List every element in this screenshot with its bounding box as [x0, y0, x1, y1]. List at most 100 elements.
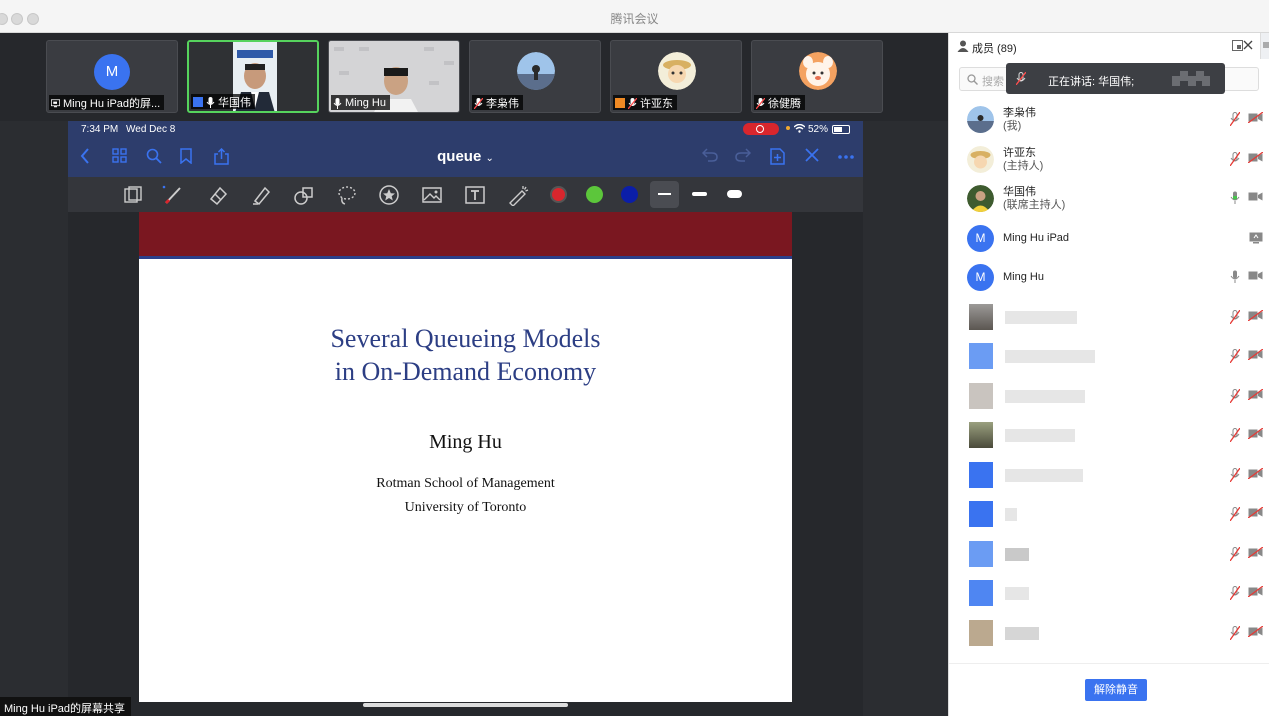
battery-icon: [832, 125, 850, 134]
mic-muted-icon[interactable]: [1230, 626, 1240, 640]
mic-muted-icon[interactable]: [1230, 586, 1240, 600]
add-page-icon[interactable]: [770, 148, 785, 165]
highlighter-icon[interactable]: [250, 184, 272, 206]
member-row[interactable]: 李枭伟 (我): [949, 100, 1269, 139]
mic-muted-icon[interactable]: [1230, 468, 1240, 482]
camera-off-icon[interactable]: [1248, 112, 1263, 123]
color-green-swatch[interactable]: [586, 186, 603, 203]
camera-off-icon[interactable]: [1248, 547, 1263, 558]
member-row-blurred[interactable]: [949, 298, 1269, 337]
mic-muted-icon[interactable]: [1230, 389, 1240, 403]
mic-muted-icon[interactable]: [1230, 152, 1240, 166]
camera-off-icon[interactable]: [1248, 428, 1263, 439]
pen-icon[interactable]: [162, 184, 184, 206]
presentation-slide: Several Queueing Models in On-Demand Eco…: [139, 212, 792, 702]
video-tile-ming-hu-ipad[interactable]: M Ming Hu iPad的屏...: [46, 40, 178, 113]
shapes-icon[interactable]: [293, 184, 315, 206]
camera-off-icon[interactable]: [1248, 389, 1263, 400]
stroke-thin-button[interactable]: [650, 181, 679, 208]
eraser-icon[interactable]: [207, 184, 229, 206]
member-row[interactable]: M Ming Hu iPad: [949, 219, 1269, 258]
text-box-icon[interactable]: [464, 184, 486, 206]
member-label: 华国伟 (联席主持人): [1003, 186, 1065, 212]
main-stage: M Ming Hu iPad的屏... 华国伟 Ming Hu 李枭伟 许亚东 …: [0, 33, 948, 716]
elements-icon[interactable]: [378, 184, 400, 206]
video-tile-xu-jianteng[interactable]: 徐健腾: [751, 40, 883, 113]
tile-name-bar: 华国伟: [191, 94, 255, 109]
mic-muted-icon[interactable]: [1230, 349, 1240, 363]
image-icon[interactable]: [421, 184, 443, 206]
blurred-avatar: [969, 580, 993, 606]
member-row-blurred[interactable]: [949, 614, 1269, 653]
member-label: Ming Hu: [1003, 271, 1044, 284]
blurred-avatar: [969, 304, 993, 330]
undo-icon[interactable]: [702, 148, 718, 162]
stroke-medium-button[interactable]: [692, 192, 707, 196]
slide-author: Ming Hu: [429, 431, 502, 453]
blurred-name: [1005, 548, 1029, 561]
blurred-avatar: [969, 620, 993, 646]
member-row-blurred[interactable]: [949, 574, 1269, 613]
read-only-icon[interactable]: [122, 184, 144, 206]
unmute-all-button[interactable]: 解除静音: [1085, 679, 1147, 701]
camera-off-icon[interactable]: [1248, 152, 1263, 163]
mic-muted-icon[interactable]: [1230, 112, 1240, 126]
avatar: [967, 185, 994, 212]
camera-off-icon[interactable]: [1248, 468, 1263, 479]
video-tile-hua-guowei[interactable]: 华国伟: [187, 40, 319, 113]
divider: [949, 663, 1269, 664]
pop-out-icon[interactable]: [1232, 40, 1243, 51]
camera-off-icon[interactable]: [1248, 349, 1263, 360]
screen-share-icon[interactable]: [1249, 232, 1263, 244]
mic-muted-icon: [756, 97, 765, 109]
panel-title: 成员 (89): [972, 43, 1017, 55]
mic-muted-icon[interactable]: [1230, 547, 1240, 561]
color-red-swatch[interactable]: [550, 186, 567, 203]
video-tile-xu-yadong[interactable]: 许亚东: [610, 40, 742, 113]
close-panel-icon[interactable]: [1243, 40, 1253, 50]
mic-muted-icon[interactable]: [1230, 428, 1240, 442]
tile-name: 华国伟: [218, 97, 251, 109]
camera-on-icon[interactable]: [1248, 191, 1263, 202]
video-tile-li-xiaowei[interactable]: 李枭伟: [469, 40, 601, 113]
member-row-blurred[interactable]: [949, 535, 1269, 574]
member-role: (主持人): [1003, 160, 1044, 172]
more-icon[interactable]: [838, 155, 854, 159]
camera-on-icon[interactable]: [1248, 270, 1263, 281]
color-blue-swatch[interactable]: [621, 186, 638, 203]
tile-name-bar: 徐健腾: [754, 95, 805, 110]
members-panel: 成员 (89) 搜索 正在讲话: 华国伟; 李枭伟(我) 许亚东(主持人): [948, 33, 1269, 716]
mic-on-icon[interactable]: [1230, 191, 1240, 205]
blurred-avatar: [969, 343, 993, 369]
blurred-avatar: [969, 501, 993, 527]
mic-muted-icon[interactable]: [1230, 507, 1240, 521]
member-row-blurred[interactable]: [949, 377, 1269, 416]
member-row-blurred[interactable]: [949, 416, 1269, 455]
close-icon[interactable]: [805, 148, 819, 162]
camera-off-icon[interactable]: [1248, 586, 1263, 597]
blurred-avatar: [969, 462, 993, 488]
video-tile-ming-hu[interactable]: Ming Hu: [328, 40, 460, 113]
blurred-name: [1005, 508, 1017, 521]
member-name: Ming Hu iPad: [1003, 232, 1070, 244]
panel-menu-button[interactable]: [1260, 33, 1269, 59]
member-row[interactable]: 华国伟 (联席主持人): [949, 179, 1269, 218]
camera-off-icon[interactable]: [1248, 626, 1263, 637]
lasso-icon[interactable]: [336, 184, 358, 206]
mic-muted-icon[interactable]: [1230, 310, 1240, 324]
member-row-blurred[interactable]: [949, 337, 1269, 376]
mic-on-icon[interactable]: [1230, 270, 1240, 284]
screen-share-label: Ming Hu iPad的屏幕共享: [0, 697, 132, 716]
laser-pointer-icon[interactable]: [507, 184, 529, 206]
affiliation-line: University of Toronto: [404, 500, 527, 515]
tile-name-bar: 许亚东: [613, 95, 677, 110]
camera-off-icon[interactable]: [1248, 507, 1263, 518]
member-row-blurred[interactable]: [949, 495, 1269, 534]
member-row-blurred[interactable]: [949, 456, 1269, 495]
redo-icon[interactable]: [735, 148, 751, 162]
member-row[interactable]: M Ming Hu: [949, 258, 1269, 297]
stroke-thick-button[interactable]: [727, 190, 742, 198]
slide-title: Several Queueing Models in On-Demand Eco…: [139, 322, 792, 388]
member-row[interactable]: 许亚东 (主持人): [949, 140, 1269, 179]
camera-off-icon[interactable]: [1248, 310, 1263, 321]
